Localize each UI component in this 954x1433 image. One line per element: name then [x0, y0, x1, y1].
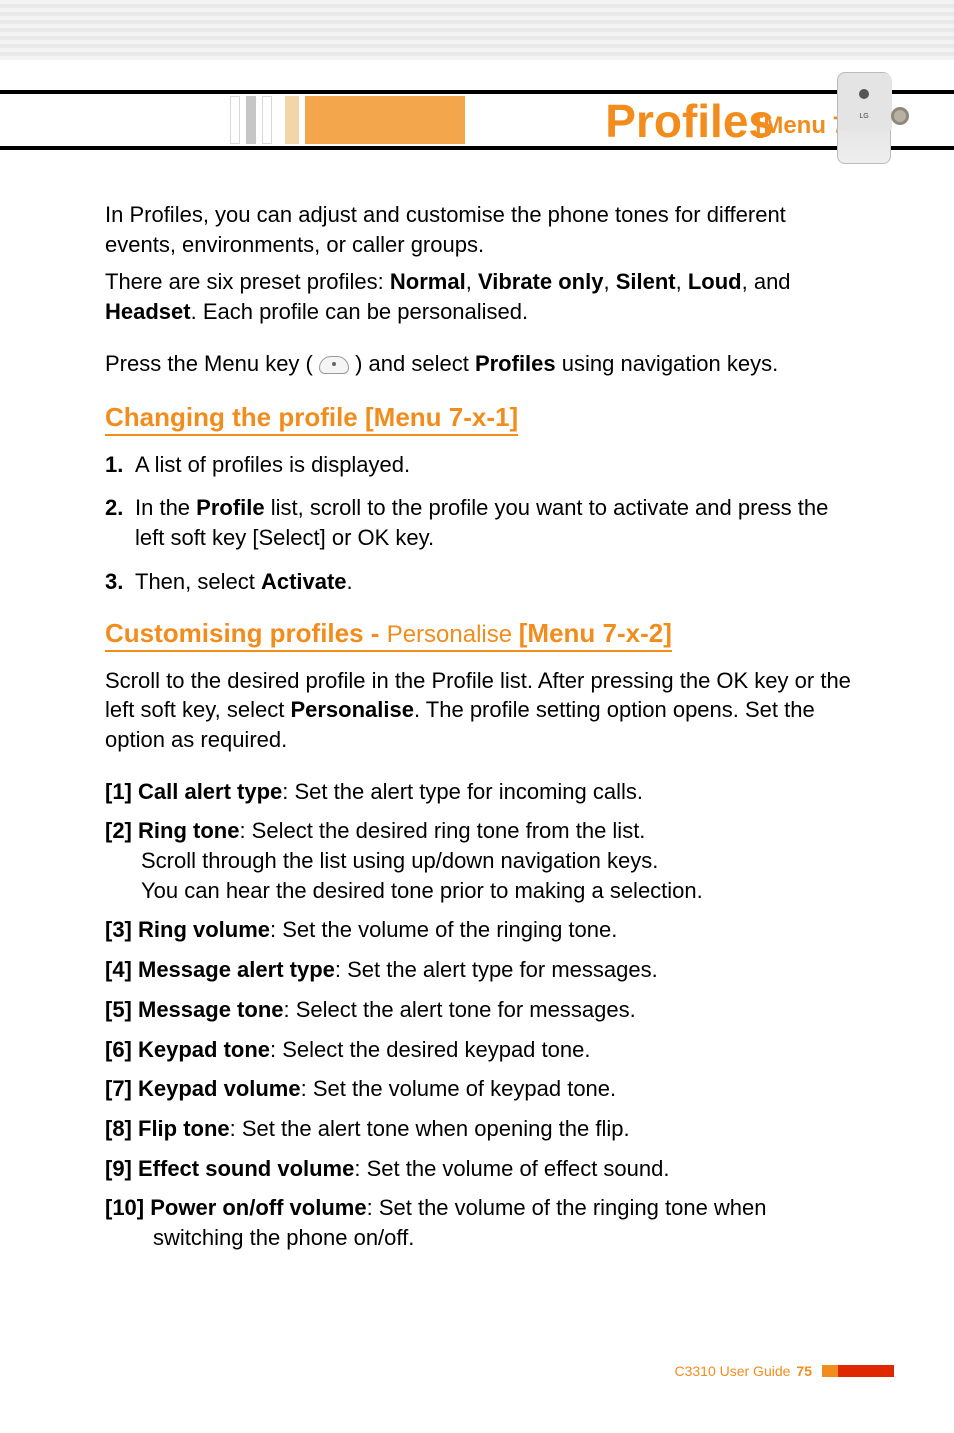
opt-5: [5] Message tone: Select the alert tone …	[105, 995, 854, 1025]
content-area: In Profiles, you can adjust and customis…	[105, 200, 854, 1263]
step-1: 1. A list of profiles is displayed.	[105, 450, 854, 480]
opt-10: [10] Power on/off volume: Set the volume…	[105, 1193, 854, 1252]
opt-7: [7] Keypad volume: Set the volume of key…	[105, 1074, 854, 1104]
opt-1: [1] Call alert type: Set the alert type …	[105, 777, 854, 807]
opt-9: [9] Effect sound volume: Set the volume …	[105, 1154, 854, 1184]
section2-title: Customising profiles - Personalise [Menu…	[105, 616, 854, 651]
section2-intro: Scroll to the desired profile in the Pro…	[105, 666, 854, 755]
phone-icon: LG	[829, 72, 899, 172]
footer-decor	[822, 1365, 894, 1377]
menu-key-icon	[319, 356, 349, 374]
header-bar: Profiles [Menu 7]	[0, 90, 954, 150]
section1-steps: 1. A list of profiles is displayed. 2. I…	[105, 450, 854, 597]
step-3: 3. Then, select Activate.	[105, 567, 854, 597]
header-vbar	[246, 96, 256, 144]
intro-block: In Profiles, you can adjust and customis…	[105, 200, 854, 327]
opt-8: [8] Flip tone: Set the alert tone when o…	[105, 1114, 854, 1144]
step-2: 2. In the Profile list, scroll to the pr…	[105, 493, 854, 552]
top-stripe-decor	[0, 0, 954, 60]
press-menu-line: Press the Menu key ( ) and select Profil…	[105, 349, 854, 379]
header-vbar	[285, 96, 299, 144]
footer-page: 75	[796, 1363, 812, 1379]
header-vbar	[230, 96, 240, 144]
header-rule-top	[0, 90, 954, 94]
section1-title: Changing the profile [Menu 7-x-1]	[105, 400, 854, 435]
opt-6: [6] Keypad tone: Select the desired keyp…	[105, 1035, 854, 1065]
section2-options: [1] Call alert type: Set the alert type …	[105, 777, 854, 1253]
header-vbar	[262, 96, 272, 144]
opt-3: [3] Ring volume: Set the volume of the r…	[105, 915, 854, 945]
footer: C3310 User Guide 75	[674, 1363, 894, 1379]
header-rule-bottom	[0, 146, 954, 150]
intro-p2: There are six preset profiles: Normal, V…	[105, 267, 854, 326]
footer-product: C3310 User Guide	[674, 1363, 790, 1379]
page-title: Profiles	[605, 94, 774, 148]
press-menu-block: Press the Menu key ( ) and select Profil…	[105, 349, 854, 379]
opt-4: [4] Message alert type: Set the alert ty…	[105, 955, 854, 985]
intro-p1: In Profiles, you can adjust and customis…	[105, 200, 854, 259]
opt-2: [2] Ring tone: Select the desired ring t…	[105, 816, 854, 905]
header-orange-block	[305, 96, 465, 144]
